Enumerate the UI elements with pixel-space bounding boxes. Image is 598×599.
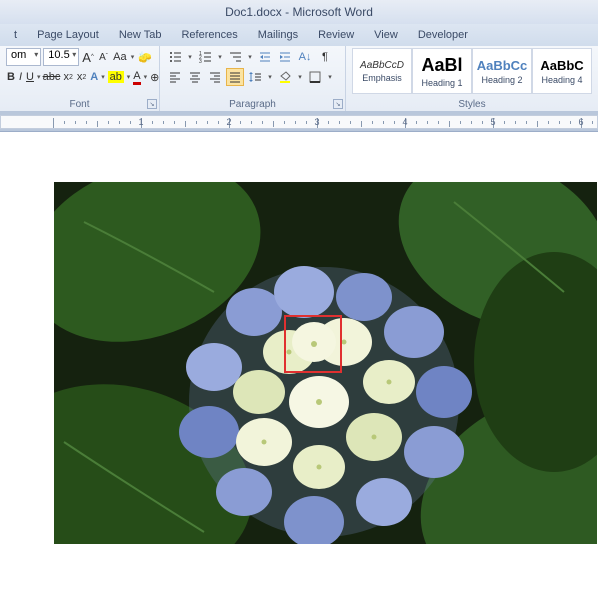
window-title: Doc1.docx - Microsoft Word bbox=[225, 5, 373, 19]
dropdown-icon[interactable]: ▾ bbox=[216, 53, 224, 61]
title-bar: Doc1.docx - Microsoft Word bbox=[0, 0, 598, 24]
style-heading-1[interactable]: AaBl Heading 1 bbox=[412, 48, 472, 94]
font-color-button[interactable]: A bbox=[132, 68, 141, 86]
horizontal-ruler[interactable]: 1 2 3 4 5 6 bbox=[0, 115, 598, 129]
line-spacing-button[interactable] bbox=[246, 68, 264, 86]
strikethrough-button[interactable]: abc bbox=[42, 68, 60, 86]
ruler-number: 3 bbox=[314, 117, 319, 127]
paragraph-dialog-launcher[interactable]: ↘ bbox=[333, 99, 343, 109]
dropdown-icon[interactable]: ▾ bbox=[130, 53, 136, 61]
multilevel-icon bbox=[228, 50, 242, 64]
increase-indent-button[interactable] bbox=[276, 48, 294, 66]
style-emphasis[interactable]: AaBbCcD Emphasis bbox=[352, 48, 412, 94]
group-styles: AaBbCcD Emphasis AaBl Heading 1 AaBbCc Headin… bbox=[346, 46, 598, 111]
align-left-icon bbox=[168, 70, 182, 84]
ribbon: om 10.5 A^ Aˇ Aa▾ 🧽 B I U▾ abc x2 x2 A▾ … bbox=[0, 46, 598, 112]
justify-icon bbox=[228, 70, 242, 84]
dropdown-icon[interactable]: ▾ bbox=[246, 53, 254, 61]
tab-partial[interactable]: t bbox=[4, 26, 27, 44]
grow-font-button[interactable]: A^ bbox=[81, 48, 95, 66]
align-left-button[interactable] bbox=[166, 68, 184, 86]
font-name-select[interactable]: om bbox=[6, 48, 41, 66]
superscript-button[interactable]: x2 bbox=[76, 68, 87, 86]
style-preview: AaBbC bbox=[540, 58, 583, 73]
multilevel-list-button[interactable] bbox=[226, 48, 244, 66]
ribbon-tabs: t Page Layout New Tab References Mailing… bbox=[0, 24, 598, 46]
line-spacing-icon bbox=[248, 70, 262, 84]
font-dialog-launcher[interactable]: ↘ bbox=[147, 99, 157, 109]
dropdown-icon[interactable]: ▾ bbox=[144, 73, 148, 81]
shading-button[interactable] bbox=[276, 68, 294, 86]
tab-mailings[interactable]: Mailings bbox=[248, 26, 308, 44]
tab-references[interactable]: References bbox=[171, 26, 247, 44]
selection-rectangle[interactable] bbox=[284, 315, 342, 373]
indent-icon bbox=[278, 50, 292, 64]
justify-button[interactable] bbox=[226, 68, 244, 86]
paint-bucket-icon bbox=[278, 70, 292, 84]
bold-button[interactable]: B bbox=[6, 68, 16, 86]
tab-page-layout[interactable]: Page Layout bbox=[27, 26, 109, 44]
shrink-font-button[interactable]: Aˇ bbox=[97, 48, 110, 66]
tab-new-tab[interactable]: New Tab bbox=[109, 26, 172, 44]
dropdown-icon[interactable]: ▾ bbox=[296, 73, 304, 81]
numbering-icon: 123 bbox=[198, 50, 212, 64]
tab-review[interactable]: Review bbox=[308, 26, 364, 44]
bullets-icon bbox=[168, 50, 182, 64]
group-label-styles: Styles bbox=[346, 99, 598, 110]
text-effects-button[interactable]: A bbox=[89, 68, 99, 86]
style-preview: AaBbCc bbox=[477, 58, 528, 73]
ruler-number: 4 bbox=[402, 117, 407, 127]
style-preview: AaBl bbox=[421, 55, 462, 76]
dropdown-icon[interactable]: ▾ bbox=[127, 73, 131, 81]
align-right-icon bbox=[208, 70, 222, 84]
dropdown-icon[interactable]: ▾ bbox=[326, 73, 334, 81]
group-label-paragraph: Paragraph bbox=[160, 99, 345, 110]
group-label-font: Font bbox=[0, 99, 159, 110]
dropdown-icon[interactable]: ▾ bbox=[266, 73, 274, 81]
borders-button[interactable] bbox=[306, 68, 324, 86]
style-preview: AaBbCcD bbox=[360, 60, 404, 71]
show-marks-button[interactable]: ¶ bbox=[316, 48, 334, 66]
change-case-button[interactable]: Aa bbox=[112, 48, 127, 66]
style-label: Heading 1 bbox=[421, 78, 462, 88]
ruler-number: 1 bbox=[138, 117, 143, 127]
group-paragraph: ▾ 123 ▾ ▾ A↓ ¶ bbox=[160, 46, 346, 111]
style-label: Emphasis bbox=[362, 73, 402, 83]
bullets-button[interactable] bbox=[166, 48, 184, 66]
borders-icon bbox=[308, 70, 322, 84]
style-heading-4[interactable]: AaBbC Heading 4 bbox=[532, 48, 592, 94]
align-center-icon bbox=[188, 70, 202, 84]
clear-formatting-button[interactable]: 🧽 bbox=[137, 48, 153, 66]
dropdown-icon[interactable]: ▾ bbox=[186, 53, 194, 61]
inserted-image[interactable] bbox=[54, 182, 597, 544]
sort-button[interactable]: A↓ bbox=[296, 48, 314, 66]
style-label: Heading 2 bbox=[481, 75, 522, 85]
font-size-select[interactable]: 10.5 bbox=[43, 48, 79, 66]
outdent-icon bbox=[258, 50, 272, 64]
ruler-area: 1 2 3 4 5 6 bbox=[0, 112, 598, 132]
subscript-button[interactable]: x2 bbox=[62, 68, 73, 86]
dropdown-icon[interactable]: ▾ bbox=[101, 73, 105, 81]
style-heading-2[interactable]: AaBbCc Heading 2 bbox=[472, 48, 532, 94]
numbering-button[interactable]: 123 bbox=[196, 48, 214, 66]
dropdown-icon[interactable]: ▾ bbox=[37, 73, 41, 81]
enclose-chars-button[interactable]: ⊕ bbox=[149, 68, 160, 86]
tab-developer[interactable]: Developer bbox=[408, 26, 478, 44]
svg-text:3: 3 bbox=[199, 59, 202, 64]
italic-button[interactable]: I bbox=[18, 68, 23, 86]
underline-button[interactable]: U bbox=[25, 68, 35, 86]
align-right-button[interactable] bbox=[206, 68, 224, 86]
style-label: Heading 4 bbox=[541, 75, 582, 85]
decrease-indent-button[interactable] bbox=[256, 48, 274, 66]
document-area[interactable] bbox=[0, 132, 598, 599]
align-center-button[interactable] bbox=[186, 68, 204, 86]
highlight-button[interactable]: ab bbox=[107, 68, 125, 86]
ruler-number: 5 bbox=[490, 117, 495, 127]
group-font: om 10.5 A^ Aˇ Aa▾ 🧽 B I U▾ abc x2 x2 A▾ … bbox=[0, 46, 160, 111]
ruler-number: 2 bbox=[226, 117, 231, 127]
tab-view[interactable]: View bbox=[364, 26, 408, 44]
ruler-number: 6 bbox=[578, 117, 583, 127]
